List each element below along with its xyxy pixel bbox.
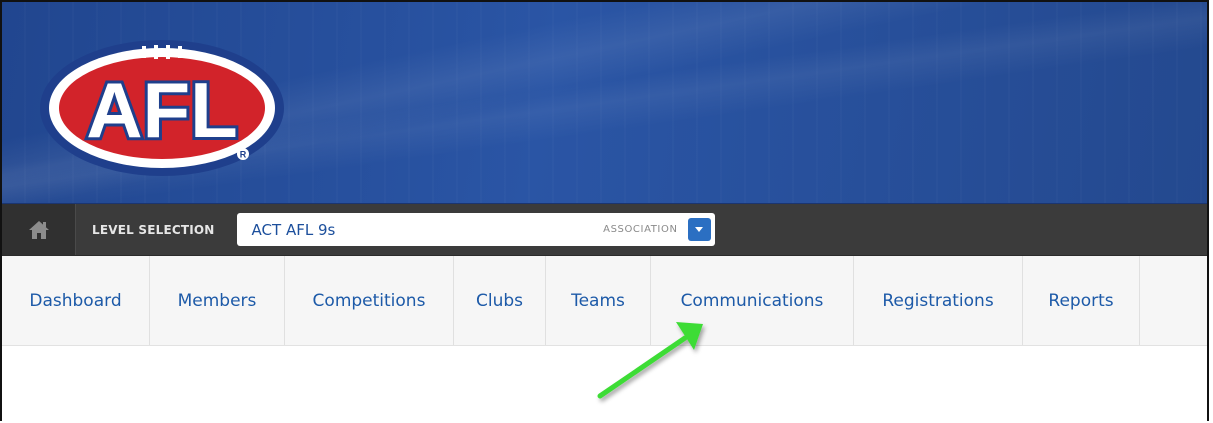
level-type-label: ASSOCIATION [603, 224, 678, 235]
nav-competitions[interactable]: Competitions [285, 256, 454, 345]
nav-registrations[interactable]: Registrations [854, 256, 1023, 345]
nav-members[interactable]: Members [150, 256, 285, 345]
nav-clubs[interactable]: Clubs [454, 256, 546, 345]
selected-level-value: ACT AFL 9s [251, 220, 336, 239]
home-button[interactable] [2, 204, 76, 255]
chevron-down-icon[interactable] [687, 218, 711, 241]
pointer-arrow-icon [597, 322, 703, 399]
level-selection-bar: LEVEL SELECTION ACT AFL 9s ASSOCIATION [2, 204, 1207, 256]
nav-dashboard[interactable]: Dashboard [2, 256, 150, 345]
header-banner: AFL R [2, 2, 1207, 204]
svg-text:R: R [240, 150, 247, 160]
level-selection-label: LEVEL SELECTION [92, 222, 215, 237]
nav-reports[interactable]: Reports [1023, 256, 1140, 345]
afl-logo[interactable]: AFL R [38, 38, 286, 178]
logo-wordmark: AFL [86, 66, 238, 154]
app-frame: AFL R LEVEL SELECTION ACT AFL 9s ASSOCIA… [0, 0, 1209, 421]
home-icon [28, 220, 49, 239]
level-selection-dropdown[interactable]: ACT AFL 9s ASSOCIATION [236, 213, 715, 246]
